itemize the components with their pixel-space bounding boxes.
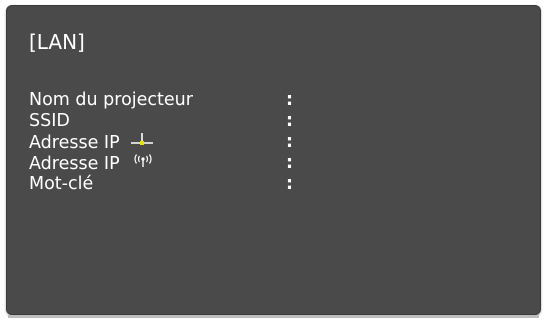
ip-wireless-label-text: Adresse IP [29,153,120,174]
ssid-label: SSID [29,111,70,132]
projector-name-label-text: Nom du projecteur [29,90,193,110]
wired-lan-icon [130,132,154,154]
ip-wireless-separator: : [286,153,293,173]
row-ip-wireless: Adresse IP : [29,153,530,174]
lan-info-panel: [LAN] Nom du projecteur : SSID : Adresse… [6,5,541,315]
screen-bottom-edge [8,315,539,318]
ssid-separator: : [286,111,293,131]
lan-info-list: Nom du projecteur : SSID : Adresse IP: … [29,90,530,195]
keyword-label-text: Mot-clé [29,174,94,194]
projector-name-label: Nom du projecteur [29,90,193,111]
ip-wired-label: Adresse IP [29,132,154,154]
panel-title: [LAN] [29,30,85,54]
ip-wired-separator: : [286,132,293,152]
wireless-icon [130,153,156,175]
ip-wireless-label: Adresse IP [29,153,156,175]
row-ip-wired: Adresse IP : [29,132,530,153]
ssid-label-text: SSID [29,111,70,131]
row-keyword: Mot-clé : [29,174,530,195]
keyword-label: Mot-clé [29,174,93,195]
ip-wired-label-text: Adresse IP [29,132,120,153]
projector-name-separator: : [286,90,293,110]
row-ssid: SSID : [29,111,530,132]
row-projector-name: Nom du projecteur : [29,90,530,111]
keyword-separator: : [286,174,293,194]
